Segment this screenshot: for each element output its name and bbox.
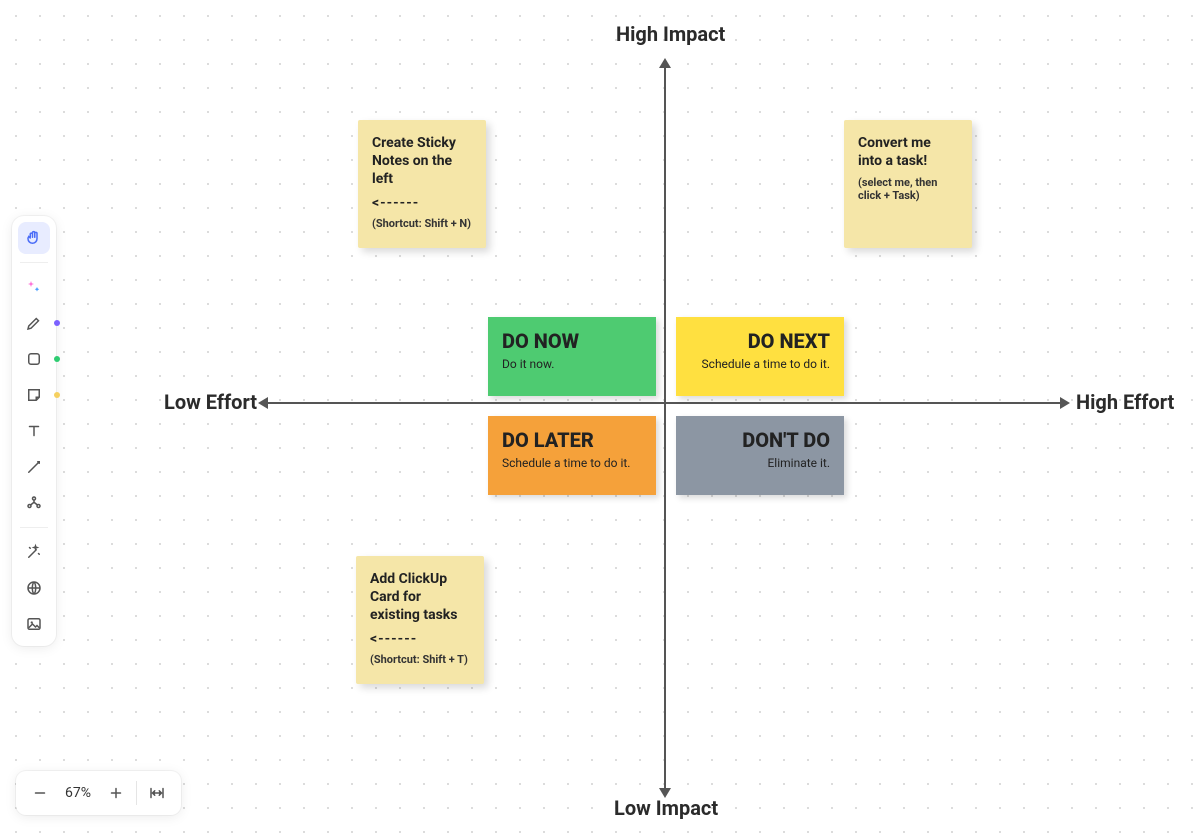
quadrant-title: DON'T DO (690, 428, 830, 452)
axis-vertical (664, 66, 666, 790)
axis-label-right: High Effort (1076, 390, 1174, 414)
sticky-title: Create Sticky Notes on the left (372, 134, 472, 189)
quadrant-do-later[interactable]: DO LATER Schedule a time to do it. (488, 416, 656, 495)
plus-icon (107, 784, 125, 802)
arrow-up-icon (659, 58, 671, 68)
toolbar-separator (20, 527, 48, 528)
arrow-down-icon (659, 788, 671, 798)
quadrant-title: DO LATER (502, 428, 642, 452)
zoom-out-button[interactable] (22, 775, 58, 811)
toolbar-separator (20, 262, 48, 263)
hand-icon (25, 229, 43, 247)
tool-connector[interactable] (18, 451, 50, 483)
tool-shape[interactable] (18, 343, 50, 375)
zoom-controls: 67% (16, 771, 181, 815)
quadrant-subtitle: Schedule a time to do it. (502, 456, 642, 470)
sticky-arrow-text: <------ (372, 195, 472, 211)
sticky-shortcut: (Shortcut: Shift + N) (372, 217, 472, 230)
quadrant-dont-do[interactable]: DON'T DO Eliminate it. (676, 416, 844, 495)
sticky-title: Convert me into a task! (858, 134, 958, 170)
globe-icon (25, 579, 43, 597)
sticky-subtitle: (select me, then click + Task) (858, 176, 958, 202)
tool-sticky[interactable] (18, 379, 50, 411)
connector-icon (25, 458, 43, 476)
quadrant-do-now[interactable]: DO NOW Do it now. (488, 317, 656, 396)
tool-pen[interactable] (18, 307, 50, 339)
image-icon (25, 615, 43, 633)
quadrant-title: DO NOW (502, 329, 642, 353)
tool-text[interactable] (18, 415, 50, 447)
arrow-left-icon (258, 397, 268, 409)
sticky-convert-task[interactable]: Convert me into a task! (select me, then… (844, 120, 972, 248)
fit-width-icon (147, 784, 167, 802)
tool-hand[interactable] (18, 222, 50, 254)
sticky-arrow-text: <------ (370, 631, 470, 647)
quadrant-do-next[interactable]: DO NEXT Schedule a time to do it. (676, 317, 844, 396)
sticky-shortcut: (Shortcut: Shift + T) (370, 653, 470, 666)
axis-label-left: Low Effort (164, 390, 257, 414)
axis-horizontal (266, 402, 1062, 404)
zoom-value[interactable]: 67% (58, 785, 98, 801)
pen-icon (25, 314, 43, 332)
tool-image[interactable] (18, 608, 50, 640)
quadrant-subtitle: Schedule a time to do it. (690, 357, 830, 371)
tool-ai[interactable] (18, 271, 50, 303)
tool-mindmap[interactable] (18, 487, 50, 519)
sticky-color-dot (54, 392, 60, 398)
minus-icon (31, 784, 49, 802)
zoom-in-button[interactable] (98, 775, 134, 811)
sticky-title: Add ClickUp Card for existing tasks (370, 570, 470, 625)
zoom-fit-button[interactable] (139, 775, 175, 811)
zoom-separator (136, 781, 137, 805)
axis-label-top: High Impact (616, 22, 725, 46)
pen-color-dot (54, 320, 60, 326)
tool-toolbar (12, 216, 56, 646)
sticky-note-icon (25, 386, 43, 404)
ai-sparkle-icon (25, 278, 43, 296)
tool-web[interactable] (18, 572, 50, 604)
quadrant-subtitle: Do it now. (502, 357, 642, 371)
whiteboard-canvas[interactable]: High Impact Low Impact Low Effort High E… (0, 0, 1200, 835)
axis-label-bottom: Low Impact (614, 796, 718, 820)
tool-generate[interactable] (18, 536, 50, 568)
quadrant-title: DO NEXT (690, 329, 830, 353)
text-icon (25, 422, 43, 440)
shape-color-dot (54, 356, 60, 362)
sticky-create-notes[interactable]: Create Sticky Notes on the left <------ … (358, 120, 486, 248)
quadrant-subtitle: Eliminate it. (690, 456, 830, 470)
arrow-right-icon (1060, 397, 1070, 409)
shape-icon (25, 350, 43, 368)
sticky-add-card[interactable]: Add ClickUp Card for existing tasks <---… (356, 556, 484, 684)
magic-wand-icon (25, 543, 43, 561)
mindmap-icon (25, 494, 43, 512)
